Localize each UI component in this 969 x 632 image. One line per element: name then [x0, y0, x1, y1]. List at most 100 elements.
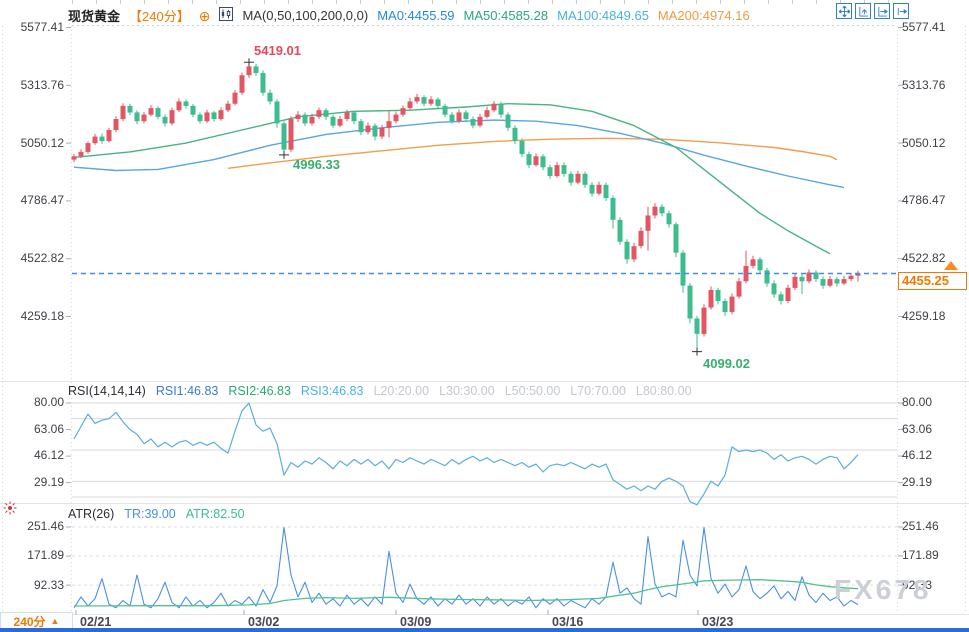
- add-indicator-icon[interactable]: ⊕: [199, 9, 211, 23]
- bottom-bar: [0, 628, 969, 632]
- candle-body: [352, 112, 357, 121]
- candle-body: [828, 279, 833, 286]
- candle-body: [793, 277, 798, 288]
- candle-body: [254, 66, 259, 73]
- candle-body: [674, 224, 679, 253]
- candle-body: [520, 141, 525, 154]
- candle-body: [79, 152, 84, 156]
- atr-axis-label: 251.46: [902, 519, 939, 534]
- candle-body: [688, 286, 693, 319]
- candle-body: [100, 137, 105, 141]
- candle-body: [618, 220, 623, 242]
- up-triangle-icon: ▲: [51, 616, 60, 626]
- candle-body: [716, 290, 721, 301]
- ma100-value: MA100:4849.65: [557, 8, 649, 23]
- rsi-axis-label: 80.00: [902, 395, 932, 410]
- low-annotation: 4099.02: [703, 356, 750, 371]
- fit-x-axis-icon[interactable]: [874, 3, 890, 19]
- price-axis-label: 4786.47: [902, 193, 945, 208]
- candle-body: [401, 108, 406, 115]
- candle-body: [198, 115, 203, 122]
- candle-body: [506, 115, 511, 128]
- flare-icon[interactable]: [2, 500, 18, 521]
- candle-body: [268, 93, 273, 102]
- candle-body: [534, 156, 539, 165]
- pan-move-icon[interactable]: [836, 3, 852, 19]
- candle-body: [373, 126, 378, 137]
- ma50-value: MA50:4585.28: [464, 8, 549, 23]
- ma200-value: MA200:4974.16: [658, 8, 750, 23]
- x-axis-label: 03/02: [248, 615, 279, 629]
- candle-body: [436, 99, 441, 106]
- candle-body: [121, 106, 126, 119]
- candle-body: [408, 102, 413, 109]
- candle-body: [156, 108, 161, 117]
- candle-body: [786, 288, 791, 301]
- candle-body: [765, 270, 770, 283]
- timeframe-label: 【240分】: [129, 6, 190, 25]
- candle-body: [541, 156, 546, 167]
- chart-toolbar: [836, 3, 909, 19]
- price-axis-label: 5577.41: [4, 20, 64, 35]
- rsi-header: RSI(14,14,14) RSI1:46.83 RSI2:46.83 RSI3…: [68, 384, 692, 398]
- price-axis-label: 5313.76: [4, 78, 64, 93]
- candle-body: [149, 108, 154, 115]
- atr-title: ATR(26): [68, 507, 114, 521]
- candle-body: [366, 126, 371, 133]
- candle-body: [667, 213, 672, 224]
- candle-body: [338, 119, 343, 126]
- candle-body: [443, 106, 448, 115]
- candle-body: [331, 117, 336, 126]
- candle-body: [422, 97, 427, 104]
- candle-body: [282, 123, 287, 149]
- x-axis-label: 03/23: [702, 615, 733, 629]
- candle-body: [191, 106, 196, 115]
- candle-body: [289, 119, 294, 150]
- candle-body: [611, 198, 616, 220]
- candle-body: [842, 279, 847, 283]
- candle-body: [415, 97, 420, 101]
- candle-body: [723, 301, 728, 312]
- fit-y-axis-icon[interactable]: [855, 3, 871, 19]
- rsi-axis-label: 29.19: [4, 475, 64, 490]
- rsi-level-l20: L20:20.00: [373, 384, 429, 398]
- candle-body: [583, 174, 588, 185]
- price-axis-label: 4259.18: [4, 309, 64, 324]
- rsi3-value: RSI3:46.83: [301, 384, 364, 398]
- candle-body: [569, 174, 574, 183]
- watermark: FX678: [834, 574, 932, 606]
- x-axis-label: 02/21: [80, 615, 111, 629]
- candle-body: [576, 174, 581, 183]
- candle-body: [709, 290, 714, 308]
- ma50-line: [74, 104, 830, 254]
- candle-body: [163, 117, 168, 124]
- candle-body: [429, 99, 434, 103]
- rsi-title: RSI(14,14,14): [68, 384, 146, 398]
- rsi-axis-label: 63.06: [902, 422, 932, 437]
- candle-body: [562, 165, 567, 174]
- candle-body: [597, 185, 602, 194]
- candle-body: [86, 143, 91, 152]
- candle-body: [93, 137, 98, 144]
- shift-right-icon[interactable]: [893, 3, 909, 19]
- candle-body: [261, 73, 266, 93]
- atr-axis-label: 171.89: [902, 548, 939, 563]
- chart-app: 现货黄金 【240分】 ⊕ MA(0,50,100,200,0,0) MA0:4…: [0, 0, 969, 632]
- candle-body: [548, 167, 553, 176]
- price-up-arrow-icon: [944, 261, 958, 270]
- rsi-level-l50: L50:50.00: [505, 384, 561, 398]
- rsi-level-l80: L80:80.00: [636, 384, 692, 398]
- rsi-axis-label: 80.00: [4, 395, 64, 410]
- high-annotation: 5419.01: [254, 43, 301, 58]
- candle-body: [625, 242, 630, 259]
- candle-body: [247, 66, 252, 75]
- symbol-label: 现货黄金: [68, 6, 120, 25]
- candle-body: [653, 207, 658, 216]
- candle-body: [219, 110, 224, 119]
- chart-canvas[interactable]: [0, 0, 969, 632]
- candle-body: [485, 110, 490, 117]
- candle-body: [464, 112, 469, 119]
- price-axis-label: 5577.41: [902, 20, 945, 35]
- price-axis-label: 4522.82: [4, 251, 64, 266]
- candle-body: [170, 110, 175, 123]
